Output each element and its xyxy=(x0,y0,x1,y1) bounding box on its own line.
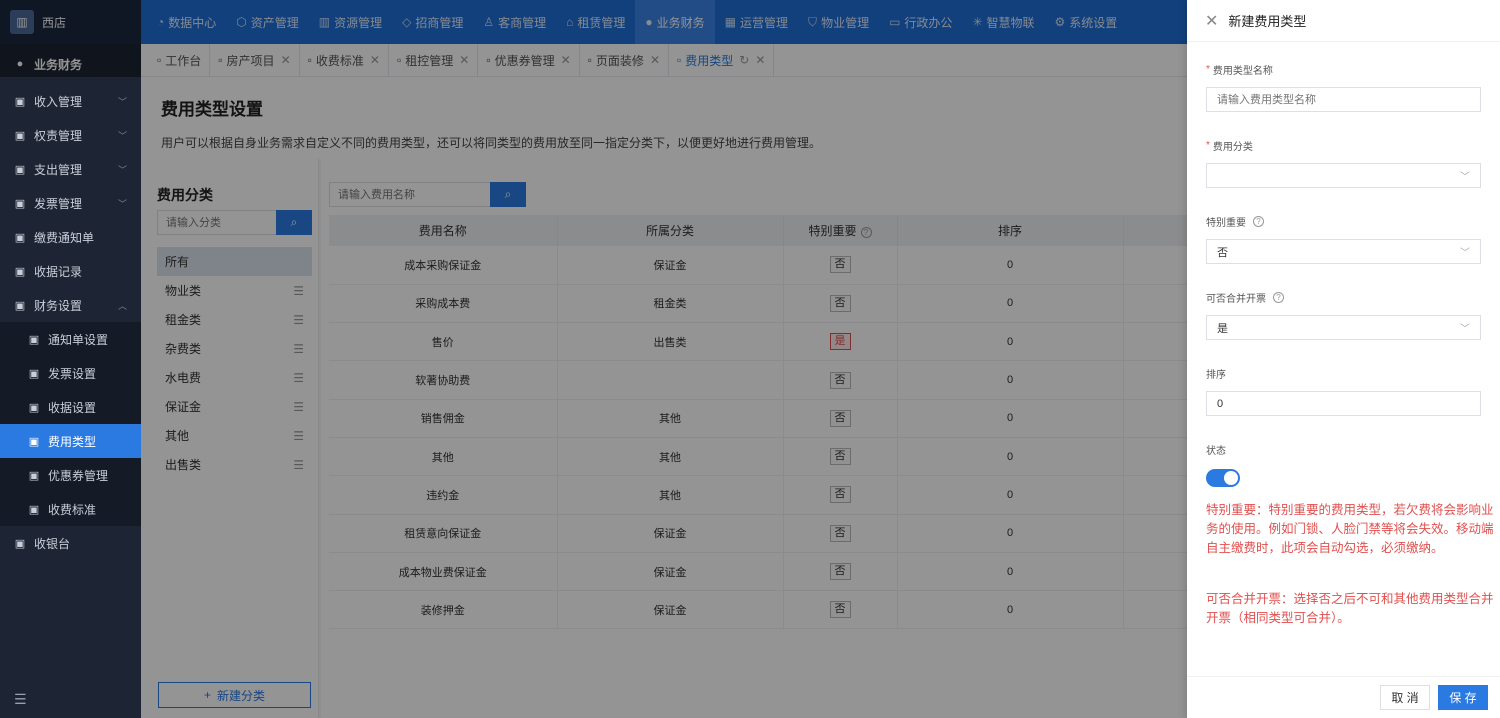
sidebar-item-items-1[interactable]: ▣ 权责管理 ﹀ xyxy=(0,118,141,152)
sidebar-item-label: 优惠券管理 xyxy=(48,468,109,483)
sidebar-item-items-0[interactable]: ▣ 收入管理 ﹀ xyxy=(0,84,141,118)
sidebar-item-sub-1[interactable]: ▣ 发票设置 xyxy=(0,356,141,390)
sidebar-item-items-6[interactable]: ▣ 财务设置 ︿ xyxy=(0,288,141,322)
order-label: 排序 xyxy=(1206,366,1481,381)
merge-invoice-select[interactable]: 是 ﹀ xyxy=(1206,315,1481,340)
fee-name-label-text: 费用类型名称 xyxy=(1212,66,1273,77)
sidebar-item-label: 通知单设置 xyxy=(48,332,109,347)
status-label-text: 状态 xyxy=(1206,446,1226,457)
help-icon[interactable]: ? xyxy=(1253,216,1264,227)
status-toggle[interactable] xyxy=(1206,469,1240,487)
sidebar-item-label: 发票设置 xyxy=(48,366,97,381)
sidebar-item-after-0[interactable]: ▣ 收银台 xyxy=(0,526,141,560)
sidebar-item-label: 费用类型 xyxy=(48,434,97,449)
sidebar: ● 业务财务 ▣ 收入管理 ﹀ ▣ 权责管理 ﹀ ▣ 支出管理 ﹀ ▣ 发票管理 ﹀ ▣ 缴费通知单 ▣ 收据… xyxy=(0,44,141,718)
sidebar-item-label: 收据设置 xyxy=(48,400,97,415)
sidebar-item-label: 权责管理 xyxy=(34,128,83,143)
sidebar-item-items-3[interactable]: ▣ 发票管理 ﹀ xyxy=(0,186,141,220)
chevron-down-icon: ﹀ xyxy=(117,96,127,107)
sidebar-item-label: 收费标准 xyxy=(48,502,97,517)
sidebar-item-label: 支出管理 xyxy=(34,162,83,177)
status-label: 状态 xyxy=(1206,442,1481,457)
sidebar-submenu: ▣ 通知单设置 ▣ 发票设置 ▣ 收据设置 ▣ 费用类型 ▣ 优惠券管理 ▣ 收费标准 xyxy=(0,322,141,526)
menu-item-icon: ▣ xyxy=(14,265,26,278)
sidebar-item-sub-2[interactable]: ▣ 收据设置 xyxy=(0,390,141,424)
drawer-header: ✕ 新建费用类型 xyxy=(1187,0,1500,42)
menu-item-icon: ▣ xyxy=(14,231,26,244)
drawer-body: *费用类型名称 *费用分类 ﹀ 特别重要? 否﹀ 可否合并开票? 是﹀ 排序 状… xyxy=(1187,62,1500,628)
menu-item-icon: ▣ xyxy=(14,95,26,108)
close-icon[interactable]: ✕ xyxy=(1205,11,1218,31)
chevron-down-icon: ﹀ xyxy=(1460,172,1470,183)
menu-item-icon: ▣ xyxy=(28,469,40,482)
important-label: 特别重要? xyxy=(1206,214,1481,229)
sidebar-item-items-2[interactable]: ▣ 支出管理 ﹀ xyxy=(0,152,141,186)
menu-item-icon: ▣ xyxy=(14,197,26,210)
important-note: 特别重要：特别重要的费用类型，若欠费将会影响业务的使用。例如门锁、人脸门禁等将会… xyxy=(1206,503,1494,555)
menu-item-icon: ▣ xyxy=(28,435,40,448)
sidebar-item-label: 缴费通知单 xyxy=(34,230,95,245)
modal-mask-top[interactable] xyxy=(0,0,1187,77)
menu-item-icon: ▣ xyxy=(28,401,40,414)
new-fee-type-drawer: ✕ 新建费用类型 *费用类型名称 *费用分类 ﹀ 特别重要? 否﹀ 可否合并开票… xyxy=(1187,0,1500,718)
order-input[interactable] xyxy=(1206,391,1481,416)
drawer-title: 新建费用类型 xyxy=(1228,14,1307,29)
order-label-text: 排序 xyxy=(1206,370,1226,381)
chevron-up-icon: ︿ xyxy=(117,300,127,311)
menu-item-icon: ▣ xyxy=(14,299,26,312)
fee-name-label: * 费用类型名称 xyxy=(1206,64,1273,77)
chevron-down-icon: ﹀ xyxy=(117,198,127,209)
sidebar-item-items-4[interactable]: ▣ 缴费通知单 xyxy=(0,220,141,254)
merge-invoice-note: 可否合并开票：选择否之后不可和其他费用类型合并开票（相同类型可合并）。 xyxy=(1206,592,1494,625)
menu-item-icon: ▣ xyxy=(14,537,26,550)
fee-name-input[interactable] xyxy=(1206,87,1481,112)
sidebar-item-label: 发票管理 xyxy=(34,196,83,211)
merge-invoice-select-value: 是 xyxy=(1217,322,1228,335)
sidebar-item-sub-5[interactable]: ▣ 收费标准 xyxy=(0,492,141,526)
help-icon[interactable]: ? xyxy=(1273,292,1284,303)
modal-mask[interactable] xyxy=(141,77,1187,718)
chevron-down-icon: ﹀ xyxy=(117,164,127,175)
sidebar-item-label: 收据记录 xyxy=(34,264,83,279)
fee-category-select[interactable]: ﹀ xyxy=(1206,163,1481,188)
save-button[interactable]: 保 存 xyxy=(1438,685,1488,710)
important-select[interactable]: 否 ﹀ xyxy=(1206,239,1481,264)
chevron-down-icon: ﹀ xyxy=(1460,248,1470,259)
sidebar-item-items-5[interactable]: ▣ 收据记录 xyxy=(0,254,141,288)
important-label-text: 特别重要 xyxy=(1206,218,1246,229)
fee-category-label: * 费用分类 xyxy=(1206,140,1253,153)
fee-category-label-text: 费用分类 xyxy=(1212,142,1253,153)
important-select-value: 否 xyxy=(1217,246,1228,259)
cancel-button[interactable]: 取 消 xyxy=(1380,685,1430,710)
collapse-menu-icon[interactable]: ☰ xyxy=(14,691,27,708)
drawer-footer: 取 消 保 存 xyxy=(1187,676,1500,718)
sidebar-item-label: 收入管理 xyxy=(34,94,83,109)
menu-item-icon: ▣ xyxy=(14,129,26,142)
sidebar-item-label: 收银台 xyxy=(34,536,71,551)
chevron-down-icon: ﹀ xyxy=(1460,324,1470,335)
sidebar-item-sub-0[interactable]: ▣ 通知单设置 xyxy=(0,322,141,356)
menu-item-icon: ▣ xyxy=(14,163,26,176)
chevron-down-icon: ﹀ xyxy=(117,130,127,141)
sidebar-item-sub-4[interactable]: ▣ 优惠券管理 xyxy=(0,458,141,492)
menu-item-icon: ▣ xyxy=(28,333,40,346)
menu-item-icon: ▣ xyxy=(28,367,40,380)
merge-invoice-label-text: 可否合并开票 xyxy=(1206,294,1266,305)
merge-invoice-label: 可否合并开票? xyxy=(1206,290,1481,305)
menu-item-icon: ▣ xyxy=(28,503,40,516)
sidebar-item-sub-3[interactable]: ▣ 费用类型 xyxy=(0,424,141,458)
sidebar-item-label: 财务设置 xyxy=(34,298,83,313)
